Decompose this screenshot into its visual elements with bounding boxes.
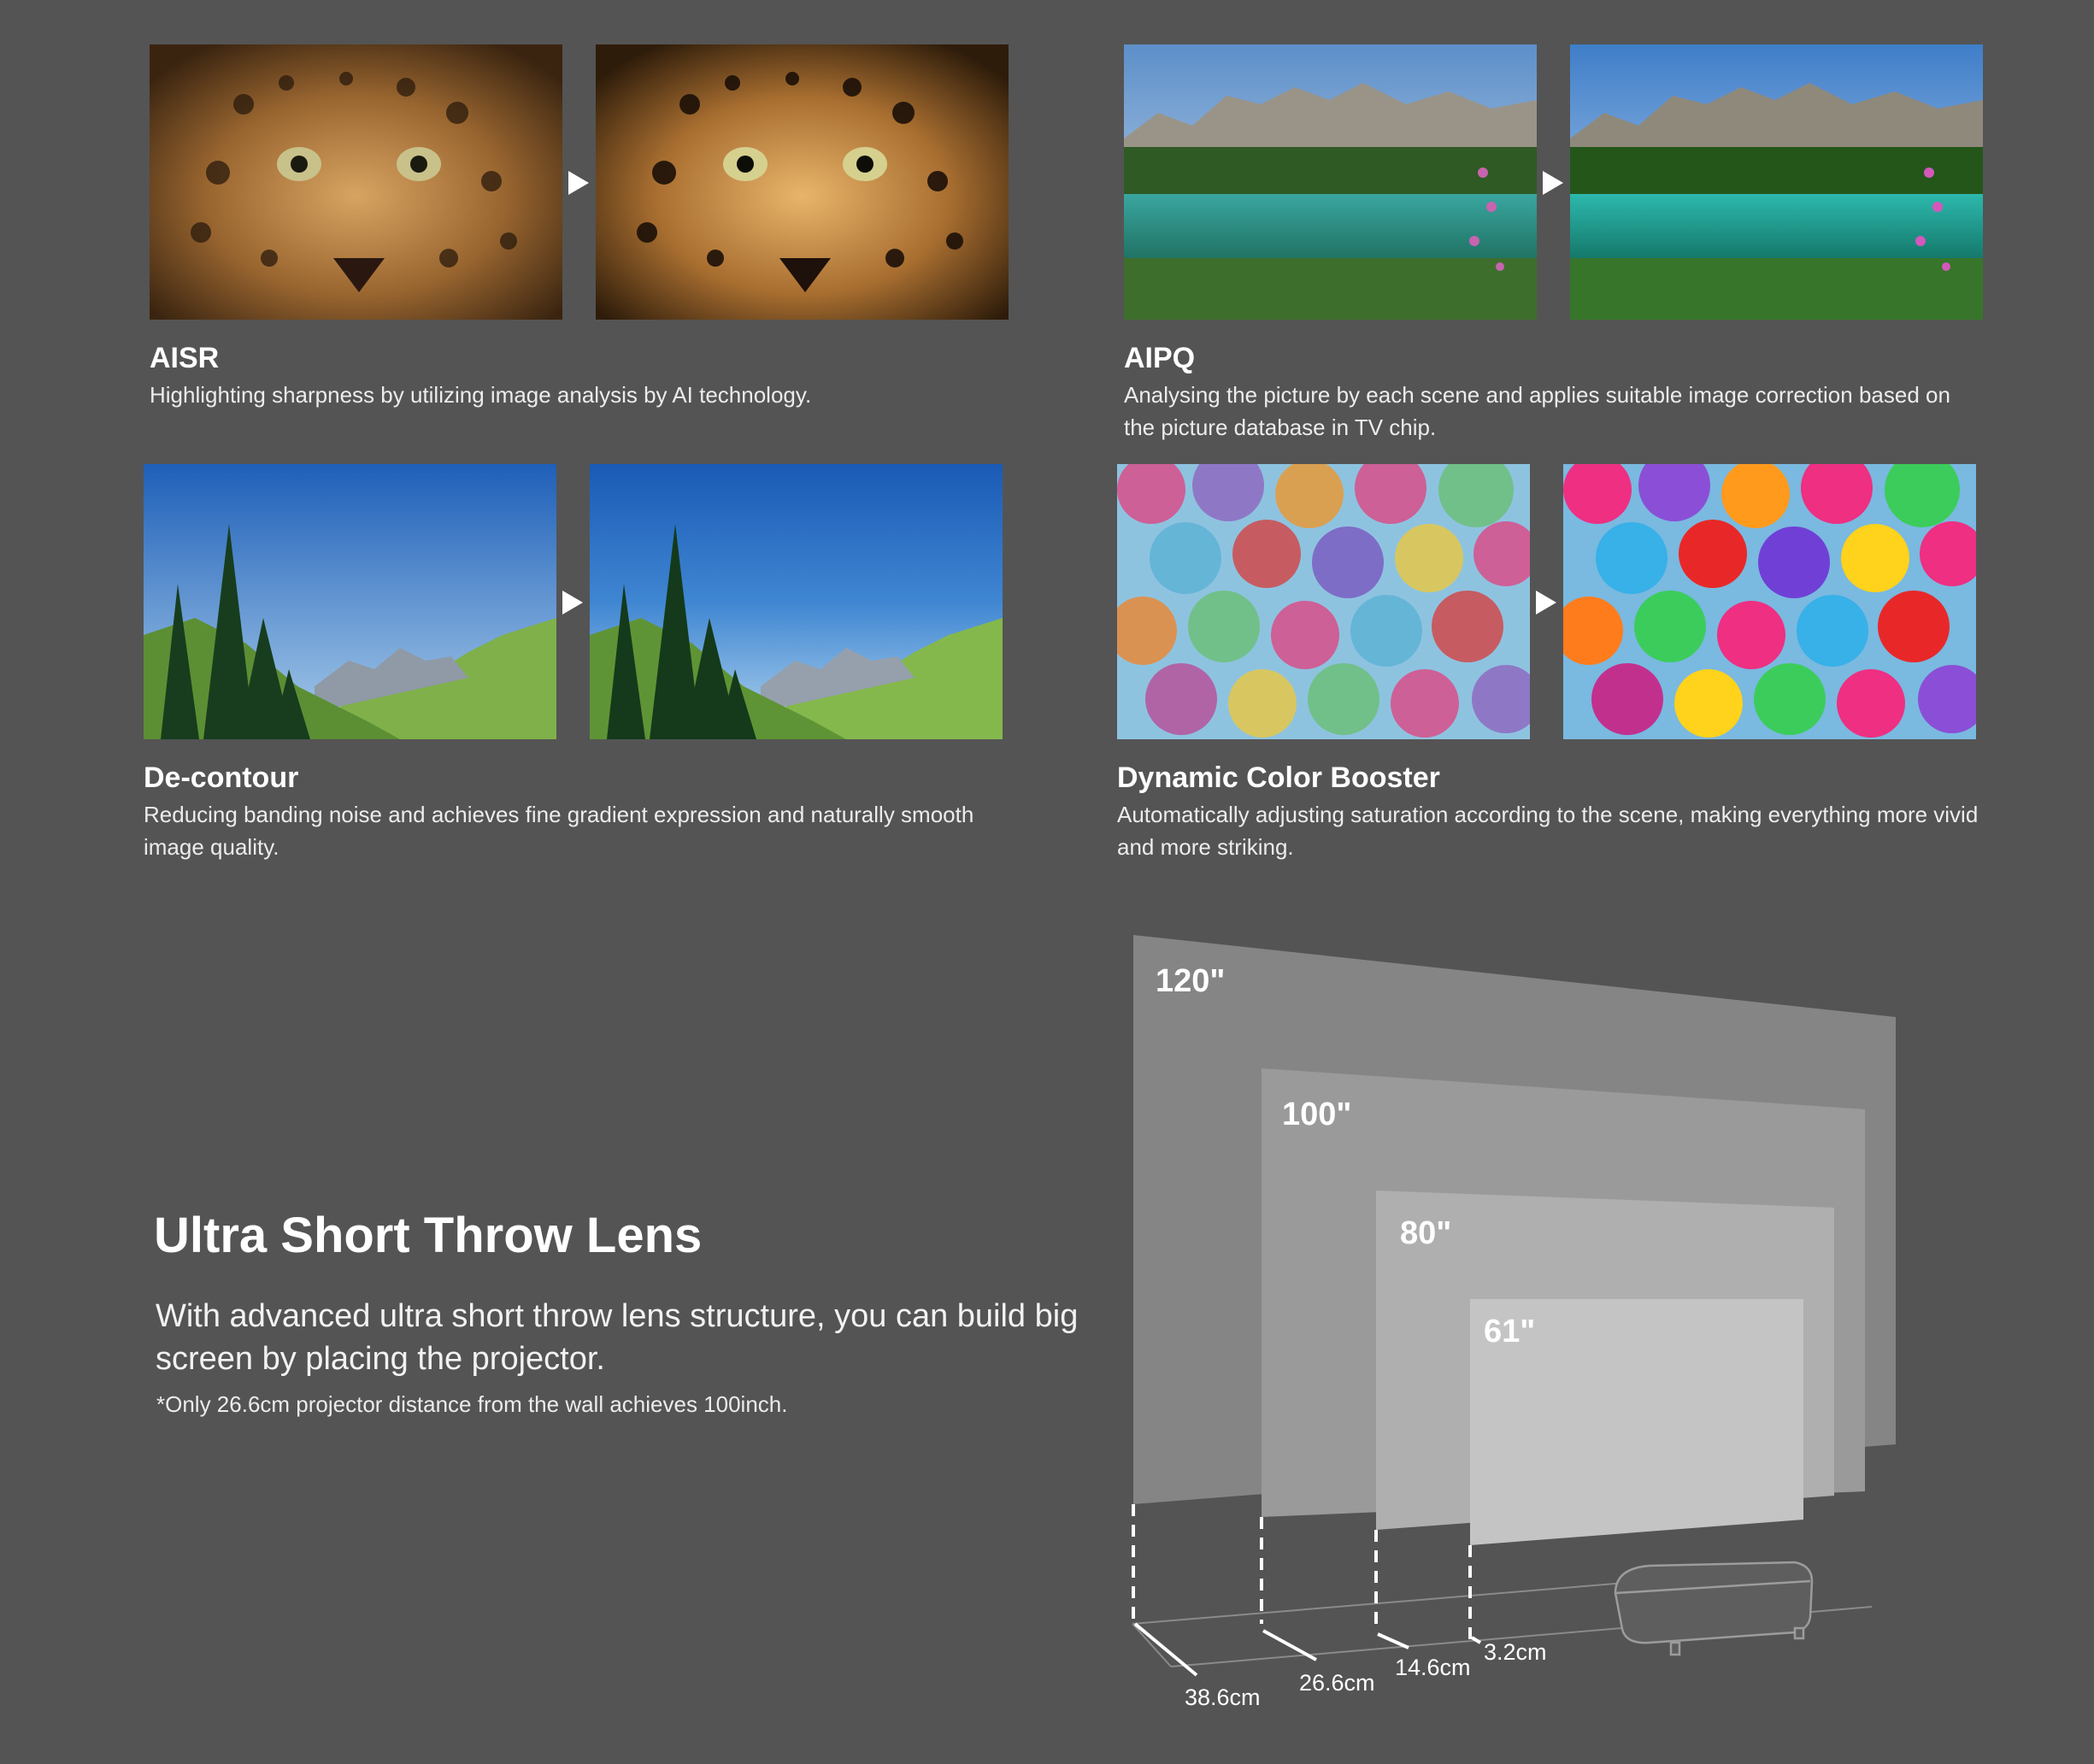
umbrellas-before-image (1117, 464, 1530, 739)
umbrellas-after-image (1563, 464, 1976, 739)
distance-label: 38.6cm (1185, 1685, 1261, 1710)
projector-icon (1614, 1561, 1814, 1656)
arrow-right-icon (1543, 171, 1563, 195)
before-after-images (150, 44, 1009, 320)
ust-heading: Ultra Short Throw Lens (154, 1208, 703, 1263)
ust-description: With advanced ultra short throw lens str… (156, 1298, 1079, 1377)
before-after-images (1124, 44, 1983, 320)
forest-valley-after-image (590, 464, 1003, 739)
mountain-lake-before-image (1124, 44, 1537, 320)
screen-size-label: 80" (1400, 1215, 1451, 1251)
forest-valley-before-image (144, 464, 556, 739)
screen-size-label: 120" (1156, 963, 1225, 999)
feature-description: Reducing banding noise and achieves fine… (144, 802, 974, 860)
feature-title: Dynamic Color Booster (1117, 761, 1440, 794)
mountain-lake-after-image (1570, 44, 1983, 320)
screen-size-label: 61" (1484, 1314, 1535, 1349)
before-after-images (144, 464, 1003, 739)
feature-title: De-contour (144, 761, 299, 794)
distance-label: 14.6cm (1395, 1655, 1471, 1680)
distance-label: 3.2cm (1484, 1639, 1547, 1665)
arrow-right-icon (1536, 591, 1556, 614)
arrow-right-icon (568, 171, 589, 195)
before-after-images (1117, 464, 1976, 739)
distance-label: 26.6cm (1299, 1670, 1375, 1696)
screen-size-label: 100" (1282, 1097, 1351, 1132)
throw-distance-diagram: 120" 100" 80" 61" 38.6cm 26.6cm 14.6cm 3 (1103, 923, 1957, 1735)
feature-description: Analysing the picture by each scene and … (1124, 382, 1950, 440)
feature-title: AISR (150, 342, 220, 374)
arrow-right-icon (562, 591, 583, 614)
leopard-after-image (596, 44, 1009, 320)
feature-title: AIPQ (1124, 342, 1196, 374)
feature-description: Automatically adjusting saturation accor… (1117, 802, 1979, 860)
feature-description: Highlighting sharpness by utilizing imag… (150, 382, 812, 408)
ust-footnote: *Only 26.6cm projector distance from the… (156, 1391, 788, 1417)
leopard-before-image (150, 44, 562, 320)
